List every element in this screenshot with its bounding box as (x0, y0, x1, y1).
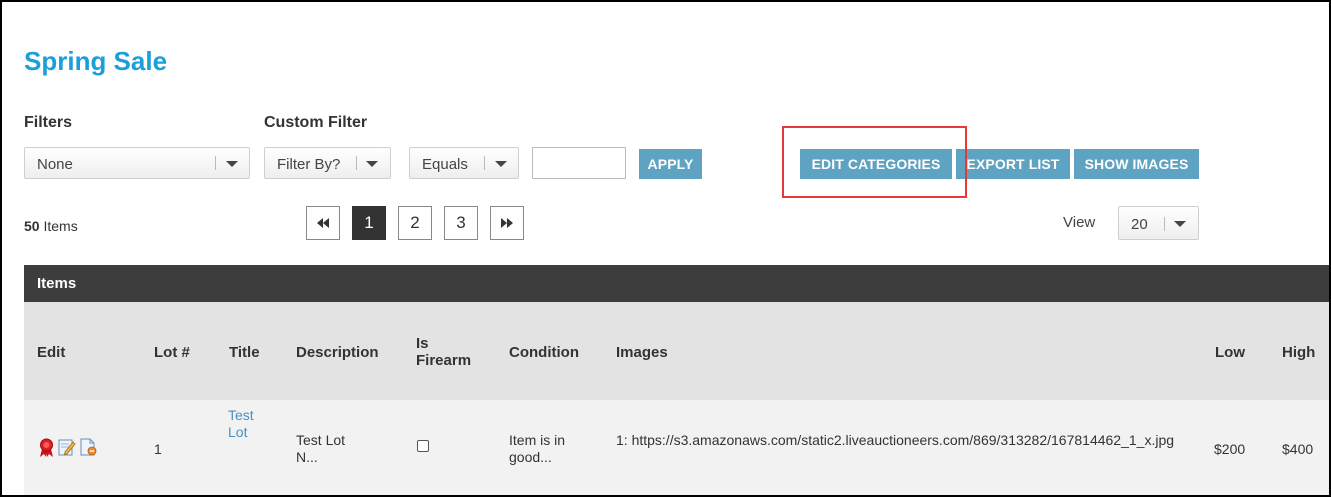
chevron-down-icon (226, 161, 238, 167)
row-low-estimate: $200 (1214, 441, 1246, 457)
show-images-button[interactable]: SHOW IMAGES (1074, 149, 1199, 179)
highlight-box (782, 126, 967, 198)
filters-select-value: None (37, 156, 73, 173)
item-count: 50 Items (24, 218, 78, 234)
select-separator (1164, 217, 1165, 231)
operator-select[interactable]: Equals (409, 147, 519, 179)
item-count-number: 50 (24, 218, 40, 234)
row-images: 1: https://s3.amazonaws.com/static2.live… (616, 432, 1175, 448)
chevron-down-icon (366, 161, 378, 167)
double-chevron-right-icon (501, 218, 513, 228)
double-chevron-left-icon (317, 218, 329, 228)
page-title: Spring Sale (24, 46, 168, 76)
filter-value-input[interactable] (532, 147, 626, 179)
row-high-estimate: $400 (1282, 441, 1314, 457)
app-frame: Spring Sale Filters Custom Filter None F… (0, 0, 1331, 497)
column-header-is-firearm[interactable]: Is Firearm (416, 335, 486, 369)
page-button-1[interactable]: 1 (352, 206, 386, 240)
custom-filter-label: Custom Filter (264, 114, 368, 131)
select-separator (484, 156, 485, 170)
row-description: Test Lot N... (296, 432, 346, 465)
edit-icon[interactable] (58, 438, 76, 456)
table-column-headers (24, 302, 1329, 400)
items-table-header-bar: Items (24, 265, 1329, 302)
export-list-button[interactable]: EXPORT LIST (956, 149, 1070, 179)
view-label: View (1063, 214, 1096, 231)
select-separator (356, 156, 357, 170)
page-button-3[interactable]: 3 (444, 206, 478, 240)
chevron-down-icon (1174, 221, 1186, 227)
row-condition: Item is in good... (509, 432, 566, 465)
select-separator (215, 156, 216, 170)
apply-button[interactable]: APPLY (639, 149, 702, 179)
items-table-title: Items (37, 275, 77, 292)
operator-value: Equals (422, 156, 468, 173)
row-title-link[interactable]: Test Lot (228, 407, 268, 441)
item-count-suffix: Items (39, 218, 78, 234)
row-is-firearm-checkbox[interactable] (417, 440, 429, 452)
column-header-high[interactable]: High (1282, 344, 1315, 361)
column-header-condition[interactable]: Condition (509, 344, 579, 361)
column-header-low[interactable]: Low (1215, 344, 1245, 361)
column-header-images[interactable]: Images (616, 344, 668, 361)
first-page-button[interactable] (306, 206, 340, 240)
column-header-edit[interactable]: Edit (37, 344, 65, 361)
column-header-title[interactable]: Title (229, 344, 260, 361)
page-button-2[interactable]: 2 (398, 206, 432, 240)
column-header-description[interactable]: Description (296, 344, 379, 361)
last-page-button[interactable] (490, 206, 524, 240)
view-select-value: 20 (1131, 216, 1148, 233)
column-header-lot[interactable]: Lot # (154, 344, 190, 361)
view-select[interactable]: 20 (1118, 206, 1199, 240)
filters-select[interactable]: None (24, 147, 250, 179)
filter-by-value: Filter By? (277, 156, 341, 173)
award-ribbon-icon[interactable] (38, 438, 55, 458)
filter-by-select[interactable]: Filter By? (264, 147, 391, 179)
row-lot-number: 1 (154, 441, 162, 457)
filters-label: Filters (24, 114, 73, 131)
document-remove-icon[interactable] (79, 438, 97, 456)
chevron-down-icon (495, 161, 507, 167)
